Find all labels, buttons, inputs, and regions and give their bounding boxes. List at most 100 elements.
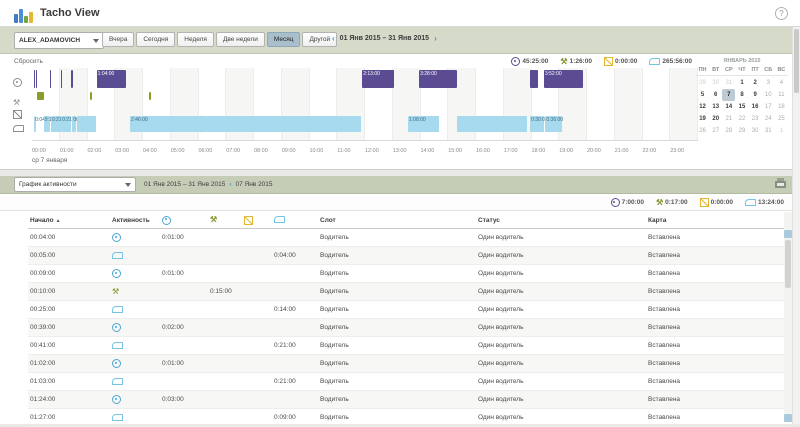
page-scroll-thumb[interactable]: [794, 29, 799, 93]
rest-bar[interactable]: 0:04:00: [34, 116, 36, 132]
calendar-day[interactable]: 10: [762, 89, 775, 101]
rest-bar[interactable]: [77, 116, 96, 132]
prev-range-arrow-icon[interactable]: ‹: [332, 35, 335, 42]
calendar-day[interactable]: 12: [696, 101, 709, 113]
calendar-day[interactable]: 8: [735, 89, 748, 101]
rest-bar[interactable]: [457, 116, 528, 132]
drive-bar[interactable]: 1:04:00: [97, 70, 127, 88]
calendar-day[interactable]: 21: [722, 113, 735, 125]
breadcrumb-range[interactable]: 01 Янв 2015 – 31 Янв 2015: [144, 181, 225, 188]
table-row[interactable]: 00:25:000:14:00ВодительОдин водительВста…: [28, 301, 788, 319]
calendar-day[interactable]: 26: [696, 125, 709, 137]
calendar-day[interactable]: 19: [696, 113, 709, 125]
rest-bar[interactable]: 0:30:00: [530, 116, 544, 132]
table-row[interactable]: 00:10:00⚒0:15:00ВодительОдин водительВст…: [28, 283, 788, 301]
calendar-day[interactable]: 18: [775, 101, 788, 113]
scroll-up-icon[interactable]: [784, 230, 792, 238]
calendar-day[interactable]: 31: [722, 77, 735, 89]
calendar-day[interactable]: 29: [735, 125, 748, 137]
rest-bar[interactable]: 0:09:00: [72, 116, 76, 132]
rest-bar[interactable]: 1:08:00: [408, 116, 439, 132]
rest-bar[interactable]: [207, 116, 361, 132]
col-slot[interactable]: Слот: [318, 212, 476, 229]
page-scrollbar[interactable]: [792, 27, 800, 424]
col-start[interactable]: Начало▲: [28, 212, 110, 229]
period-button[interactable]: Вчера: [102, 32, 134, 47]
calendar-day[interactable]: 23: [749, 113, 762, 125]
rest-bar[interactable]: 0:14:00: [44, 116, 50, 132]
help-icon[interactable]: ?: [775, 7, 788, 20]
period-button[interactable]: Две недели: [216, 32, 265, 47]
table-row[interactable]: 00:09:000:01:00ВодительОдин водительВста…: [28, 265, 788, 283]
table-row[interactable]: 01:03:000:21:00ВодительОдин водительВста…: [28, 373, 788, 391]
calendar-day[interactable]: 13: [709, 101, 722, 113]
steering-wheel-icon: [611, 198, 620, 207]
calendar-day[interactable]: 6: [709, 89, 722, 101]
table-scroll-thumb[interactable]: [785, 240, 791, 288]
calendar-day[interactable]: 31: [762, 125, 775, 137]
calendar-day[interactable]: 27: [709, 125, 722, 137]
drive-bar[interactable]: 3:28:00: [419, 70, 456, 88]
table-row[interactable]: 01:24:000:03:00ВодительОдин водительВста…: [28, 391, 788, 409]
drive-bar[interactable]: [50, 70, 51, 88]
calendar-day[interactable]: 15: [735, 101, 748, 113]
drive-bar[interactable]: 3:52:00: [544, 70, 583, 88]
rest-bar[interactable]: 0:21:00: [61, 116, 71, 132]
print-icon[interactable]: [775, 181, 786, 188]
period-button[interactable]: Неделя: [177, 32, 214, 47]
table-row[interactable]: 00:04:000:01:00ВодительОдин водительВста…: [28, 229, 788, 247]
next-range-arrow-icon[interactable]: ›: [434, 35, 437, 42]
reset-link[interactable]: Сбросить: [14, 58, 43, 65]
calendar-day[interactable]: 1: [775, 125, 788, 137]
col-avail[interactable]: [242, 212, 272, 229]
drive-bar[interactable]: [61, 70, 62, 88]
calendar-day[interactable]: 25: [775, 113, 788, 125]
col-card[interactable]: Карта: [646, 212, 788, 229]
calendar-day[interactable]: 5: [696, 89, 709, 101]
driver-select[interactable]: ALEX_ADAMOVICH: [14, 32, 104, 49]
table-row[interactable]: 01:02:000:01:00ВодительОдин водительВста…: [28, 355, 788, 373]
calendar-day[interactable]: 2: [749, 77, 762, 89]
calendar-day[interactable]: 28: [722, 125, 735, 137]
calendar-day[interactable]: 3: [762, 77, 775, 89]
rest-bar[interactable]: 0:36:00: [545, 116, 562, 132]
calendar-day[interactable]: 30: [709, 77, 722, 89]
work-bar[interactable]: [37, 92, 44, 100]
col-status[interactable]: Статус: [476, 212, 646, 229]
table-scrollbar[interactable]: [784, 212, 792, 422]
col-work[interactable]: ⚒: [208, 212, 242, 229]
col-rest[interactable]: [272, 212, 318, 229]
rest-bar[interactable]: 2:46:00: [130, 116, 207, 132]
period-button[interactable]: Сегодня: [136, 32, 175, 47]
work-bar[interactable]: [90, 92, 92, 100]
timeline-chart[interactable]: 1:04:00 2:13:00 3:28:00 3:52:00 0:04:00 0:14:…: [32, 68, 698, 154]
scroll-down-icon[interactable]: [784, 414, 792, 422]
calendar-day[interactable]: 1: [735, 77, 748, 89]
col-activity[interactable]: Активность: [110, 212, 160, 229]
calendar-day[interactable]: 24: [762, 113, 775, 125]
work-bar[interactable]: [149, 92, 151, 100]
calendar-day[interactable]: 11: [775, 89, 788, 101]
calendar-day[interactable]: 7: [722, 89, 735, 101]
table-row[interactable]: 00:39:000:02:00ВодительОдин водительВста…: [28, 319, 788, 337]
drive-bar[interactable]: 2:13:00: [362, 70, 394, 88]
drive-bar[interactable]: [34, 70, 35, 88]
drive-bar[interactable]: [36, 70, 37, 88]
view-select[interactable]: График активности: [14, 177, 136, 192]
calendar-day[interactable]: 30: [749, 125, 762, 137]
calendar-day[interactable]: 9: [749, 89, 762, 101]
rest-bar[interactable]: 0:21:00: [51, 116, 61, 132]
table-row[interactable]: 00:41:000:21:00ВодительОдин водительВста…: [28, 337, 788, 355]
col-drive[interactable]: [160, 212, 208, 229]
calendar-day[interactable]: 20: [709, 113, 722, 125]
table-row[interactable]: 00:05:000:04:00ВодительОдин водительВста…: [28, 247, 788, 265]
period-button[interactable]: Месяц: [267, 32, 301, 47]
drive-bar[interactable]: [530, 70, 538, 88]
calendar-day[interactable]: 17: [762, 101, 775, 113]
calendar-day[interactable]: 16: [749, 101, 762, 113]
drive-bar[interactable]: [71, 70, 73, 88]
calendar-day[interactable]: 14: [722, 101, 735, 113]
calendar-day[interactable]: 22: [735, 113, 748, 125]
calendar-day[interactable]: 29: [696, 77, 709, 89]
calendar-day[interactable]: 4: [775, 77, 788, 89]
